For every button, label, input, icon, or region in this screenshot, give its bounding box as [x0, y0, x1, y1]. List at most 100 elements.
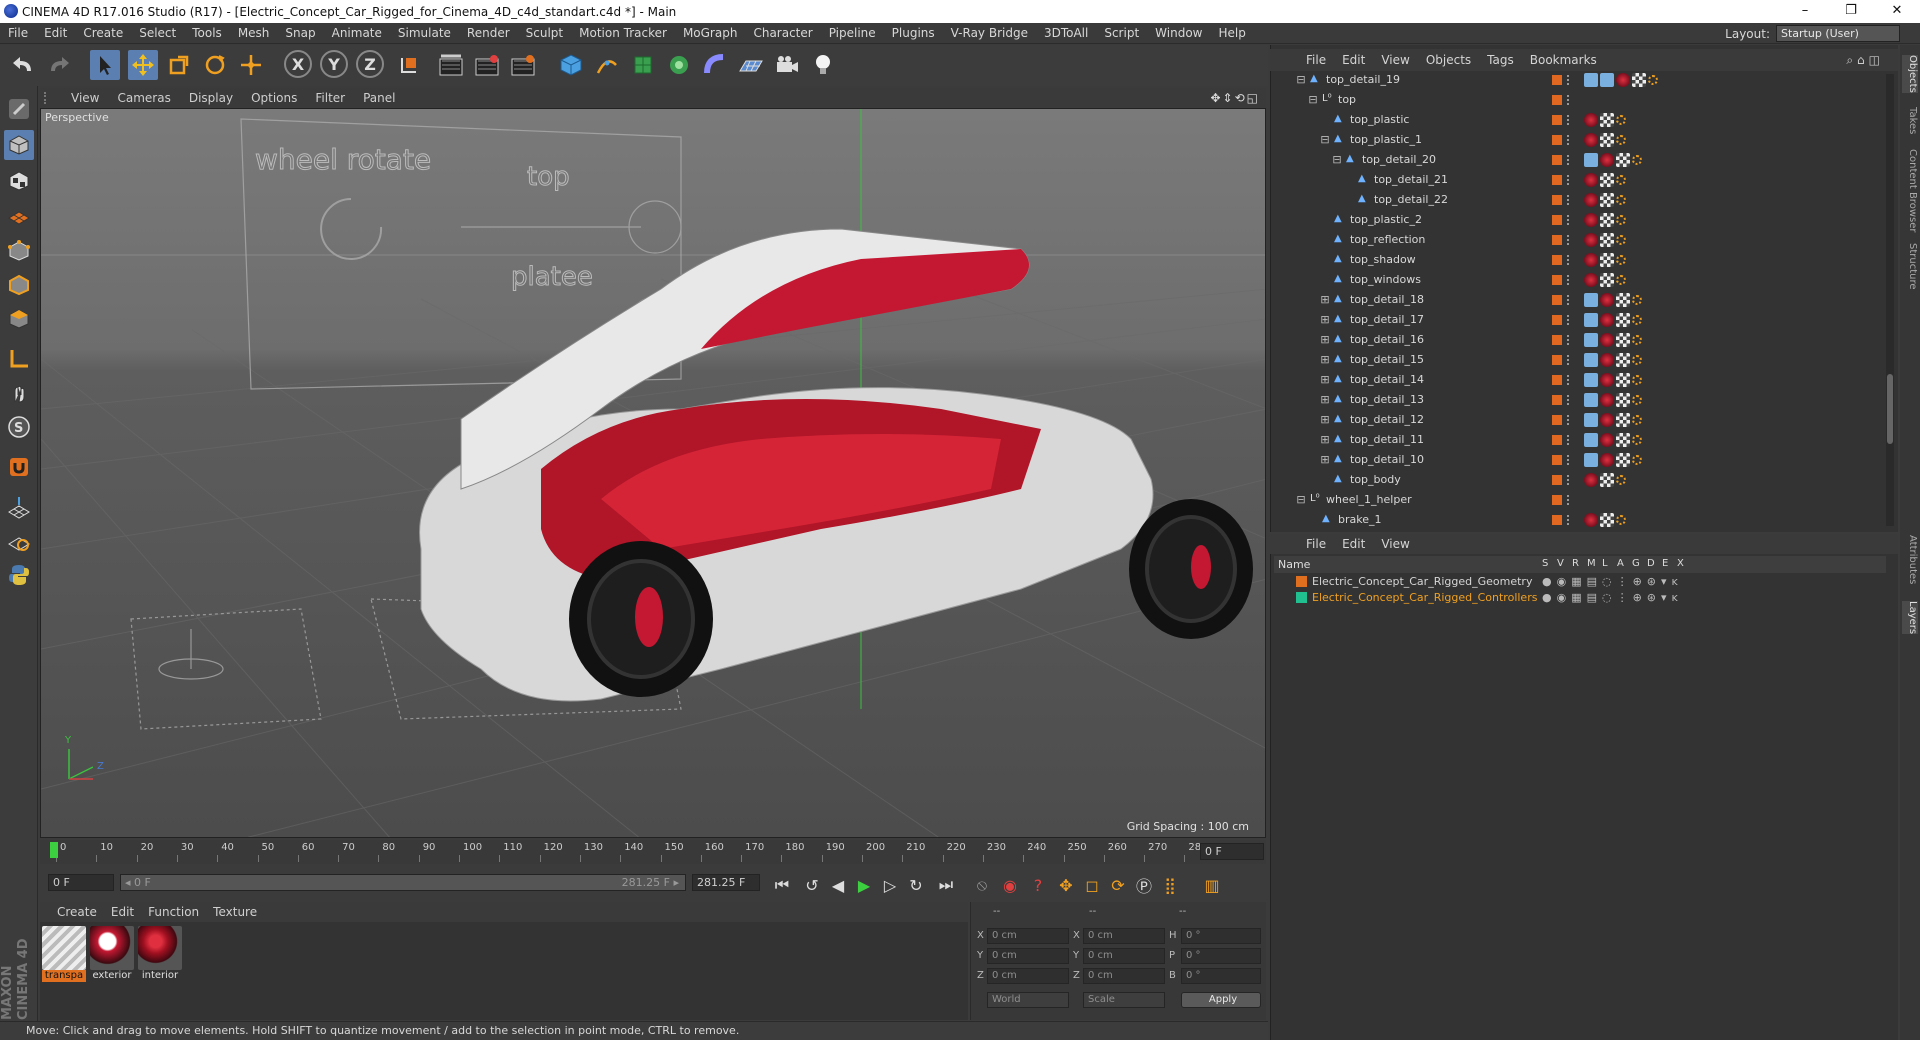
layer-color-swatch[interactable]: [1552, 315, 1562, 325]
visibility-dots-icon[interactable]: [1567, 135, 1573, 145]
collapse-icon[interactable]: ⊟: [1294, 73, 1308, 87]
layer-column-header[interactable]: M: [1587, 558, 1596, 569]
menu-animate[interactable]: Animate: [324, 26, 390, 40]
material-tag-icon[interactable]: [1600, 353, 1614, 367]
menu-file[interactable]: File: [0, 26, 36, 40]
menu-character[interactable]: Character: [745, 26, 820, 40]
layer-column-header[interactable]: V: [1557, 558, 1564, 569]
visibility-dots-icon[interactable]: [1567, 475, 1573, 485]
object-row[interactable]: ▲ top_shadow: [1272, 250, 1884, 270]
display-tag-icon[interactable]: [1584, 73, 1598, 87]
object-row[interactable]: ⊞ ▲ top_detail_18: [1272, 290, 1884, 310]
menu-vray-bridge[interactable]: V-Ray Bridge: [943, 26, 1036, 40]
material-tag-icon[interactable]: [1600, 293, 1614, 307]
material-tag-icon[interactable]: [1584, 113, 1598, 127]
constraint-tag-icon[interactable]: [1616, 255, 1626, 265]
menu-tools[interactable]: Tools: [184, 26, 230, 40]
record-keys-icon[interactable]: ⦸: [970, 874, 994, 896]
constraint-tag-icon[interactable]: [1648, 75, 1658, 85]
coord-rot-p-field[interactable]: 0 °: [1181, 948, 1261, 964]
visibility-dots-icon[interactable]: [1567, 275, 1573, 285]
material-menu-function[interactable]: Function: [141, 905, 206, 919]
expand-icon[interactable]: ⊞: [1318, 393, 1332, 407]
locked-workplane-icon[interactable]: [4, 526, 34, 556]
layer-color-swatch[interactable]: [1552, 75, 1562, 85]
menu-mesh[interactable]: Mesh: [230, 26, 278, 40]
object-row[interactable]: ▲ top_body: [1272, 470, 1884, 490]
previous-frame-icon[interactable]: ◀: [826, 874, 850, 896]
object-row[interactable]: ⊟ ▲ top_detail_20: [1272, 150, 1884, 170]
display-tag-icon[interactable]: [1584, 153, 1598, 167]
menu-edit[interactable]: Edit: [36, 26, 75, 40]
material-menu-texture[interactable]: Texture: [206, 905, 264, 919]
display-tag-icon[interactable]: [1584, 413, 1598, 427]
visibility-dots-icon[interactable]: [1567, 415, 1573, 425]
key-position-icon[interactable]: ✥: [1054, 874, 1078, 896]
polygons-mode-icon[interactable]: [4, 304, 34, 334]
layer-color-swatch[interactable]: [1552, 355, 1562, 365]
texture-tag-icon[interactable]: [1600, 193, 1614, 207]
object-row[interactable]: ⊞ ▲ top_detail_13: [1272, 390, 1884, 410]
viewport-nav-icons[interactable]: ✥⇕⟲◱: [1210, 91, 1260, 105]
display-tag-icon[interactable]: [1584, 373, 1598, 387]
coord-pos-y-field[interactable]: 0 cm: [987, 948, 1069, 964]
object-row[interactable]: ⊞ ▲ top_detail_12: [1272, 410, 1884, 430]
coord-mode-select[interactable]: Scale: [1083, 992, 1165, 1008]
material-tag-icon[interactable]: [1600, 153, 1614, 167]
layer-color-swatch[interactable]: [1552, 495, 1562, 505]
constraint-tag-icon[interactable]: [1632, 355, 1642, 365]
constraint-tag-icon[interactable]: [1616, 135, 1626, 145]
display-tag-icon[interactable]: [1584, 353, 1598, 367]
layer-color-swatch[interactable]: [1552, 115, 1562, 125]
menu-create[interactable]: Create: [75, 26, 131, 40]
layer-color-swatch[interactable]: [1552, 375, 1562, 385]
coord-rot-h-field[interactable]: 0 °: [1181, 928, 1261, 944]
move-tool-icon[interactable]: [128, 50, 158, 80]
visibility-dots-icon[interactable]: [1567, 215, 1573, 225]
texture-tag-icon[interactable]: [1616, 373, 1630, 387]
texture-tag-icon[interactable]: [1616, 453, 1630, 467]
render-view-icon[interactable]: [436, 50, 466, 80]
menu-window[interactable]: Window: [1147, 26, 1210, 40]
texture-tag-icon[interactable]: [1616, 353, 1630, 367]
visibility-dots-icon[interactable]: [1567, 255, 1573, 265]
layout-select[interactable]: Startup (User): [1776, 25, 1900, 42]
spline-pen-icon[interactable]: [592, 50, 622, 80]
material-tag-icon[interactable]: [1600, 393, 1614, 407]
constraint-tag-icon[interactable]: [1616, 515, 1626, 525]
lock-x-axis-button[interactable]: X: [284, 50, 312, 78]
collapse-icon[interactable]: ⊟: [1318, 133, 1332, 147]
texture-tag-icon[interactable]: [1600, 513, 1614, 527]
apply-button[interactable]: Apply: [1181, 992, 1261, 1008]
constraint-tag-icon[interactable]: [1616, 475, 1626, 485]
menu-script[interactable]: Script: [1096, 26, 1147, 40]
previous-key-icon[interactable]: ↺: [800, 874, 824, 896]
texture-tag-icon[interactable]: [1600, 233, 1614, 247]
collapse-icon[interactable]: ⊟: [1306, 93, 1320, 107]
maximize-button[interactable]: ❐: [1828, 0, 1874, 23]
menu-mograph[interactable]: MoGraph: [675, 26, 746, 40]
menu-simulate[interactable]: Simulate: [390, 26, 459, 40]
perspective-viewport[interactable]: wheel rotate top platee Y Z Perspective …: [40, 108, 1266, 838]
tab-objects[interactable]: Objects: [1902, 55, 1918, 93]
expand-icon[interactable]: ⊞: [1318, 333, 1332, 347]
layer-color-swatch[interactable]: [1552, 395, 1562, 405]
viewport-menu-view[interactable]: View: [62, 91, 108, 105]
viewport-menu-panel[interactable]: Panel: [354, 91, 404, 105]
material-tag-icon[interactable]: [1584, 473, 1598, 487]
visibility-dots-icon[interactable]: [1567, 95, 1573, 105]
current-frame-field[interactable]: 0 F: [1200, 843, 1264, 860]
visibility-dots-icon[interactable]: [1567, 295, 1573, 305]
object-manager-search-home-icons[interactable]: ⌕⌂◫: [1846, 53, 1884, 68]
material-tag-icon[interactable]: [1600, 433, 1614, 447]
expand-icon[interactable]: ⊞: [1318, 433, 1332, 447]
layer-column-header[interactable]: R: [1572, 558, 1579, 569]
layer-color-swatch[interactable]: [1552, 475, 1562, 485]
layers-menu-view[interactable]: View: [1373, 537, 1417, 551]
texture-tag-icon[interactable]: [1600, 113, 1614, 127]
layer-color-swatch[interactable]: [1552, 455, 1562, 465]
coord-rot-b-field[interactable]: 0 °: [1181, 968, 1261, 984]
object-row[interactable]: ⊞ ▲ top_detail_17: [1272, 310, 1884, 330]
object-row[interactable]: ⊟ L⁰ top: [1272, 90, 1884, 110]
texture-tag-icon[interactable]: [1632, 73, 1646, 87]
